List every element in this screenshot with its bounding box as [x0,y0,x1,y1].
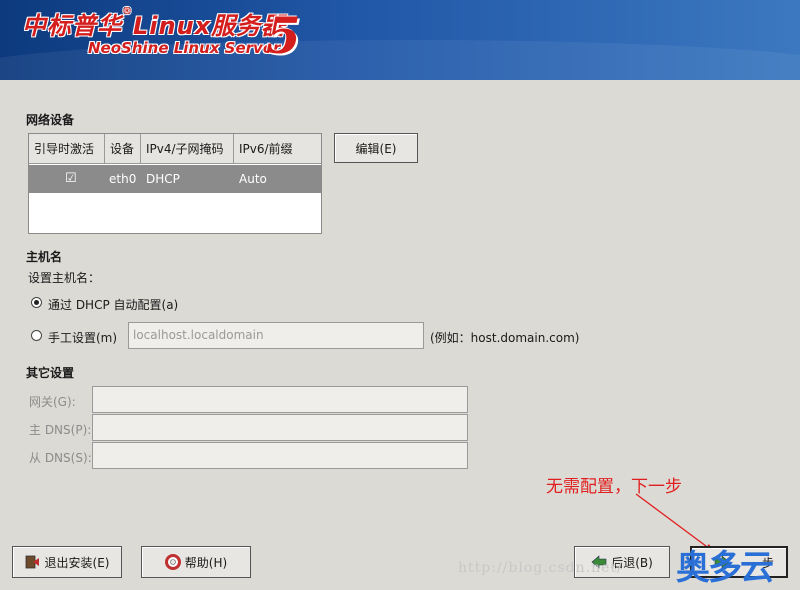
exit-icon [25,555,39,569]
help-button[interactable]: 帮助(H) [141,546,251,578]
lifebuoy-icon [164,554,181,570]
exit-install-button[interactable]: 退出安装(E) [12,546,122,578]
blog-watermark: http://blog.csdn.net/ [458,560,623,576]
help-label: 帮助(H) [184,555,228,570]
brand-watermark: 奥多云 [676,548,774,588]
annotation-arrow [635,493,715,553]
exit-install-label: 退出安装(E) [44,555,110,570]
